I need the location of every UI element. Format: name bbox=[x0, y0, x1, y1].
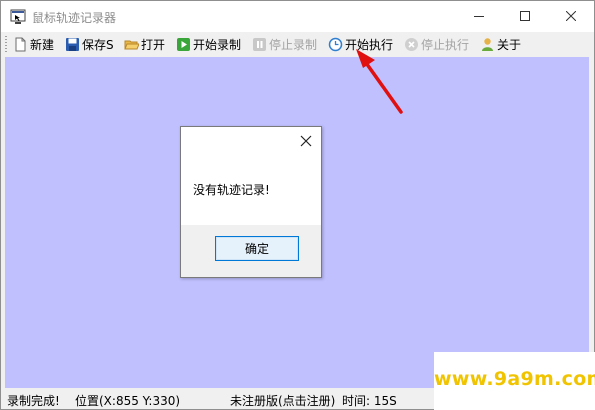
stop-record-label: 停止录制 bbox=[269, 38, 318, 52]
dialog-close-button[interactable] bbox=[299, 133, 313, 147]
status-text: 录制完成! bbox=[7, 394, 60, 408]
title-bar[interactable]: 鼠标轨迹记录器 bbox=[1, 1, 594, 32]
about-label: 关于 bbox=[497, 38, 522, 52]
toolbar: 新建 保存S 打开 开始录制 停止录制 开始执行 停止执行 关于 bbox=[1, 32, 594, 57]
clock-icon bbox=[328, 37, 343, 52]
message-dialog: 没有轨迹记录! 确定 bbox=[180, 126, 322, 278]
toolbar-grip[interactable] bbox=[5, 36, 7, 53]
minimize-button[interactable] bbox=[456, 1, 502, 32]
new-file-icon bbox=[13, 37, 28, 52]
ok-button[interactable]: 确定 bbox=[215, 236, 299, 261]
window-title: 鼠标轨迹记录器 bbox=[32, 11, 117, 25]
new-label: 新建 bbox=[30, 38, 55, 52]
pause-icon bbox=[252, 37, 267, 52]
watermark-text: www.9a9m.com bbox=[434, 368, 595, 390]
register-link[interactable]: 未注册版(点击注册) bbox=[230, 392, 335, 409]
user-icon bbox=[480, 37, 495, 52]
stop-execute-label: 停止执行 bbox=[421, 38, 470, 52]
save-disk-icon bbox=[65, 37, 80, 52]
start-record-button[interactable]: 开始录制 bbox=[176, 35, 241, 54]
open-label: 打开 bbox=[141, 38, 166, 52]
start-execute-label: 开始执行 bbox=[345, 38, 394, 52]
dialog-footer: 确定 bbox=[181, 225, 321, 277]
dialog-message: 没有轨迹记录! bbox=[193, 183, 270, 197]
save-label: 保存S bbox=[82, 38, 114, 52]
stop-x-icon bbox=[404, 37, 419, 52]
cursor-position: 位置(X:855 Y:330) bbox=[75, 394, 181, 408]
elapsed-time: 时间: 15S bbox=[342, 394, 397, 408]
app-logo-icon bbox=[10, 9, 26, 25]
save-button[interactable]: 保存S bbox=[65, 35, 114, 54]
close-button[interactable] bbox=[548, 1, 594, 32]
watermark: www.9a9m.com bbox=[434, 352, 595, 410]
stop-record-button[interactable]: 停止录制 bbox=[252, 35, 317, 54]
start-record-label: 开始录制 bbox=[193, 38, 242, 52]
stop-execute-button[interactable]: 停止执行 bbox=[404, 35, 469, 54]
start-execute-button[interactable]: 开始执行 bbox=[328, 35, 393, 54]
new-button[interactable]: 新建 bbox=[13, 35, 54, 54]
open-button[interactable]: 打开 bbox=[124, 35, 165, 54]
play-record-icon bbox=[176, 37, 191, 52]
open-folder-icon bbox=[124, 37, 139, 52]
about-button[interactable]: 关于 bbox=[480, 35, 521, 54]
maximize-button[interactable] bbox=[502, 1, 548, 32]
